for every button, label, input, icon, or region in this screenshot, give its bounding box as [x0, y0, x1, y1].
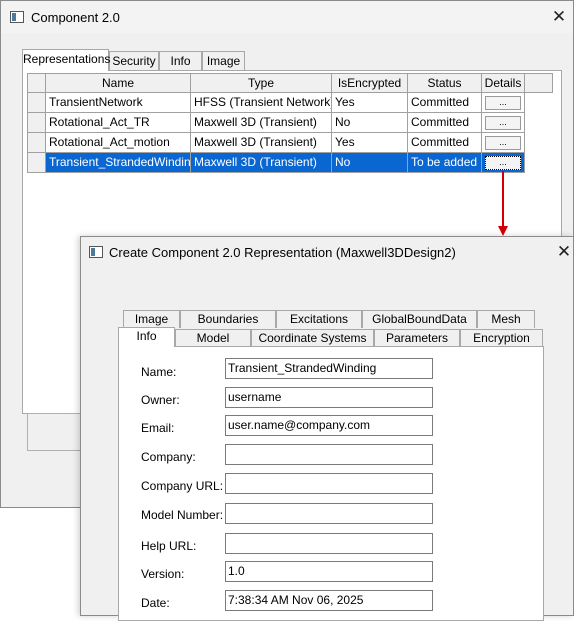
create-representation-dialog: Create Component 2.0 Representation (Max… — [80, 236, 574, 621]
model-number-field[interactable] — [225, 503, 433, 524]
tab-mesh[interactable]: Mesh — [477, 310, 535, 328]
name-field[interactable]: Transient_StrandedWinding — [225, 358, 433, 379]
annotation-arrow — [498, 171, 508, 236]
column-header-type[interactable]: Type — [191, 73, 332, 93]
row-header[interactable] — [27, 113, 46, 133]
details-button[interactable]: ... — [485, 116, 521, 130]
owner-label: Owner: — [141, 393, 180, 407]
column-header-name[interactable]: Name — [46, 73, 191, 93]
details-button[interactable]: ... — [485, 96, 521, 110]
cell-type[interactable]: HFSS (Transient Network) — [191, 93, 332, 113]
column-header-isencrypted[interactable]: IsEncrypted — [332, 73, 408, 93]
cell-status[interactable]: Committed — [408, 93, 482, 113]
cell-status[interactable]: Committed — [408, 133, 482, 153]
company-field[interactable] — [225, 444, 433, 465]
help-url-label: Help URL: — [141, 539, 197, 553]
cell-type[interactable]: Maxwell 3D (Transient) — [191, 133, 332, 153]
table-row[interactable]: TransientNetwork HFSS (Transient Network… — [27, 93, 525, 113]
row-header[interactable] — [27, 153, 46, 173]
cell-details: ... — [482, 133, 525, 153]
company-label: Company: — [141, 450, 196, 464]
representations-grid: Name Type IsEncrypted Status Details Tra… — [27, 73, 557, 177]
tab-globalbounddata[interactable]: GlobalBoundData — [362, 310, 477, 328]
cell-name[interactable]: Transient_StrandedWinding — [46, 153, 191, 173]
tab-model[interactable]: Model — [175, 329, 251, 347]
cell-name[interactable]: Rotational_Act_TR — [46, 113, 191, 133]
table-row[interactable]: Rotational_Act_TR Maxwell 3D (Transient)… — [27, 113, 525, 133]
row-header[interactable] — [27, 133, 46, 153]
version-field[interactable]: 1.0 — [225, 561, 433, 582]
table-row-selected[interactable]: Transient_StrandedWinding Maxwell 3D (Tr… — [27, 153, 525, 173]
details-button[interactable]: ... — [485, 156, 521, 170]
name-label: Name: — [141, 365, 177, 379]
email-label: Email: — [141, 421, 175, 435]
cell-isencrypted[interactable]: Yes — [332, 93, 408, 113]
close-icon[interactable]: ✕ — [555, 244, 573, 261]
tab-info[interactable]: Info — [159, 51, 202, 71]
tab-image[interactable]: Image — [123, 310, 180, 328]
tab-coordinate-systems[interactable]: Coordinate Systems — [251, 329, 374, 347]
tab-encryption[interactable]: Encryption — [460, 329, 543, 347]
tab-image[interactable]: Image — [202, 51, 245, 71]
model-number-label: Model Number: — [141, 508, 224, 522]
details-button[interactable]: ... — [485, 136, 521, 150]
column-header-status[interactable]: Status — [408, 73, 482, 93]
company-url-label: Company URL: — [141, 479, 224, 493]
window-app-icon — [89, 246, 103, 258]
cell-name[interactable]: Rotational_Act_motion — [46, 133, 191, 153]
component-window-titlebar: Component 2.0 ✕ — [1, 1, 573, 33]
tab-parameters[interactable]: Parameters — [374, 329, 460, 347]
window1-button-partial[interactable] — [27, 413, 81, 451]
cell-type[interactable]: Maxwell 3D (Transient) — [191, 153, 332, 173]
cell-details: ... — [482, 93, 525, 113]
column-header-filler — [525, 73, 553, 93]
window-app-icon — [10, 11, 24, 23]
date-label: Date: — [141, 596, 170, 610]
tab-info[interactable]: Info — [118, 327, 175, 347]
email-field[interactable]: user.name@company.com — [225, 415, 433, 436]
cell-status[interactable]: To be added — [408, 153, 482, 173]
cell-isencrypted[interactable]: Yes — [332, 133, 408, 153]
table-row[interactable]: Rotational_Act_motion Maxwell 3D (Transi… — [27, 133, 525, 153]
grid-corner — [27, 73, 46, 93]
tab-security[interactable]: Security — [109, 51, 159, 71]
version-label: Version: — [141, 567, 185, 581]
date-field[interactable]: 7:38:34 AM Nov 06, 2025 — [225, 590, 433, 611]
cell-status[interactable]: Committed — [408, 113, 482, 133]
company-url-field[interactable] — [225, 473, 433, 494]
cell-isencrypted[interactable]: No — [332, 113, 408, 133]
help-url-field[interactable] — [225, 533, 433, 554]
cell-type[interactable]: Maxwell 3D (Transient) — [191, 113, 332, 133]
close-icon[interactable]: ✕ — [550, 9, 568, 26]
dialog-title: Create Component 2.0 Representation (Max… — [109, 245, 456, 260]
owner-field[interactable]: username — [225, 387, 433, 408]
cell-name[interactable]: TransientNetwork — [46, 93, 191, 113]
tab-boundaries[interactable]: Boundaries — [180, 310, 276, 328]
column-header-details[interactable]: Details — [482, 73, 525, 93]
cell-isencrypted[interactable]: No — [332, 153, 408, 173]
tab-excitations[interactable]: Excitations — [276, 310, 362, 328]
cell-details: ... — [482, 113, 525, 133]
tab-representations[interactable]: Representations — [22, 49, 110, 71]
row-header[interactable] — [27, 93, 46, 113]
window-title: Component 2.0 — [31, 10, 120, 25]
